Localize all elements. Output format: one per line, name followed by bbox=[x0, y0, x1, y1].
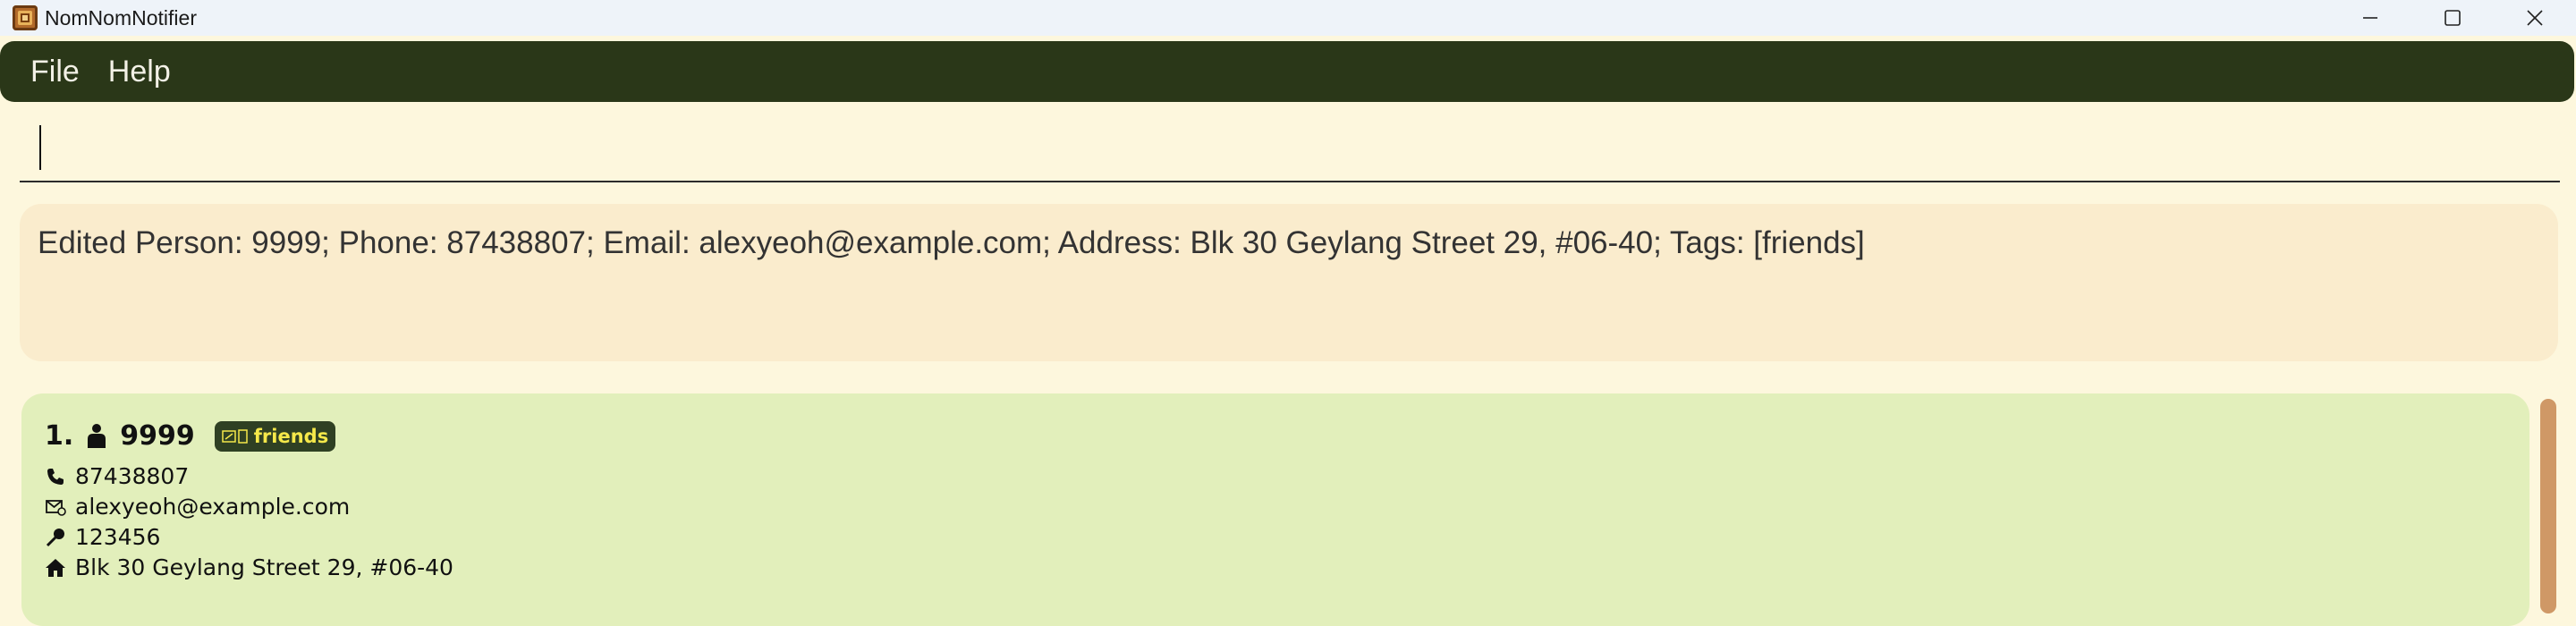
menu-bar: File Help bbox=[0, 41, 2574, 102]
person-card[interactable]: 1. 9999 friends 87438807 alexyeoh@exampl… bbox=[21, 393, 2529, 626]
home-icon bbox=[46, 558, 65, 577]
person-icon bbox=[88, 423, 106, 448]
close-icon bbox=[2527, 10, 2543, 26]
command-input[interactable] bbox=[20, 116, 2560, 182]
tag-icon bbox=[222, 428, 248, 444]
phone-icon bbox=[47, 468, 64, 485]
phone-row: 87438807 bbox=[45, 463, 189, 489]
text-caret bbox=[39, 125, 41, 170]
result-message: Edited Person: 9999; Phone: 87438807; Em… bbox=[38, 225, 1865, 260]
scrollbar-thumb[interactable] bbox=[2540, 399, 2556, 613]
tag-label: friends bbox=[253, 425, 329, 447]
title-bar: NomNomNotifier bbox=[0, 0, 2576, 36]
window-controls bbox=[2329, 0, 2576, 36]
result-display: Edited Person: 9999; Phone: 87438807; Em… bbox=[20, 204, 2558, 361]
menu-file[interactable]: File bbox=[16, 55, 94, 89]
window-title: NomNomNotifier bbox=[45, 5, 197, 30]
person-name: 9999 bbox=[120, 420, 195, 452]
app-logo-icon bbox=[13, 5, 38, 30]
pin-icon bbox=[46, 528, 64, 546]
address-row: Blk 30 Geylang Street 29, #06-40 bbox=[45, 554, 453, 580]
email-row: alexyeoh@example.com bbox=[45, 494, 350, 520]
person-email: alexyeoh@example.com bbox=[75, 494, 351, 520]
person-address: Blk 30 Geylang Street 29, #06-40 bbox=[75, 554, 453, 580]
person-index: 1. bbox=[45, 420, 74, 452]
menu-help[interactable]: Help bbox=[94, 55, 185, 89]
email-icon bbox=[46, 499, 66, 516]
postal-row: 123456 bbox=[45, 524, 160, 550]
maximize-button[interactable] bbox=[2411, 0, 2494, 36]
tag-badge: friends bbox=[214, 420, 336, 452]
person-header: 1. 9999 friends bbox=[45, 420, 336, 452]
person-phone: 87438807 bbox=[75, 463, 190, 489]
minimize-button[interactable] bbox=[2329, 0, 2411, 36]
minimize-icon bbox=[2363, 17, 2377, 19]
close-button[interactable] bbox=[2494, 0, 2576, 36]
person-postal: 123456 bbox=[75, 524, 161, 550]
maximize-icon bbox=[2445, 10, 2461, 26]
